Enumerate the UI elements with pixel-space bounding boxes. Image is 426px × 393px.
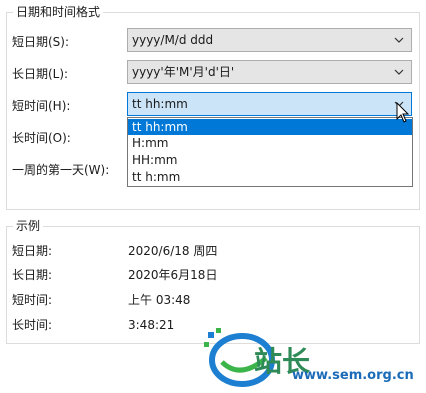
- dropdown-option[interactable]: tt hh:mm: [128, 119, 412, 135]
- short-time-dropdown-list: tt hh:mm H:mm HH:mm tt h:mm: [127, 117, 413, 187]
- long-time-label: 长时间(O):: [12, 131, 71, 145]
- sample-group-title: 示例: [13, 218, 44, 234]
- format-group-title: 日期和时间格式: [13, 4, 104, 20]
- dropdown-option[interactable]: tt h:mm: [128, 169, 412, 185]
- chevron-down-icon: [394, 69, 404, 75]
- sample-short-date-value: 2020/6/18 周四: [128, 244, 218, 258]
- sample-short-time-label: 短时间:: [12, 293, 53, 307]
- short-date-combo[interactable]: yyyy/M/d ddd: [127, 28, 412, 52]
- sample-short-date-label: 短日期:: [12, 244, 53, 258]
- dropdown-option[interactable]: H:mm: [128, 135, 412, 151]
- short-time-value: tt hh:mm: [132, 97, 188, 111]
- long-date-label: 长日期(L):: [12, 67, 69, 81]
- short-date-value: yyyy/M/d ddd: [132, 33, 214, 47]
- dropdown-option[interactable]: HH:mm: [128, 152, 412, 168]
- long-date-value: yyyy'年'M'月'd'日': [132, 65, 235, 79]
- short-time-combo[interactable]: tt hh:mm: [127, 92, 412, 116]
- sample-long-date-label: 长日期:: [12, 268, 53, 282]
- mouse-cursor-icon: [396, 102, 410, 123]
- chevron-down-icon: [394, 37, 404, 43]
- watermark-url: www.sem.org.cn: [292, 368, 414, 383]
- sample-long-time-value: 3:48:21: [128, 318, 175, 332]
- first-day-of-week-label: 一周的第一天(W):: [12, 163, 110, 177]
- long-date-combo[interactable]: yyyy'年'M'月'd'日': [127, 60, 412, 84]
- sample-long-date-value: 2020年6月18日: [128, 268, 218, 282]
- sample-long-time-label: 长时间:: [12, 318, 53, 332]
- short-time-label: 短时间(H):: [12, 99, 71, 113]
- short-date-label: 短日期(S):: [12, 35, 70, 49]
- sample-short-time-value: 上午 03:48: [128, 293, 191, 307]
